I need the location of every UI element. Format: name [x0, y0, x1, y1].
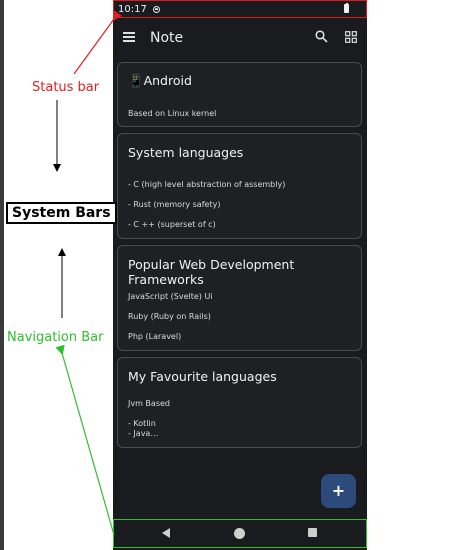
note-line: - Rust (memory safety)	[128, 200, 221, 209]
note-title: My Favourite languages	[128, 369, 277, 384]
note-line: - Kotlin	[128, 419, 156, 428]
note-line: - C (high level abstraction of assembly)	[128, 180, 286, 189]
note-line: JavaScript (Svelte) Ui	[128, 292, 213, 301]
note-card[interactable]: System languages - C (high level abstrac…	[117, 133, 362, 239]
note-card[interactable]: 📱Android Based on Linux kernel	[117, 62, 362, 127]
menu-icon[interactable]	[123, 32, 135, 42]
note-line: Based on Linux kernel	[128, 109, 217, 118]
left-edge-strip	[0, 0, 4, 550]
status-bar-highlight	[113, 0, 367, 18]
app-title: Note	[150, 30, 184, 46]
note-title: System languages	[128, 145, 244, 160]
system-bars-annotation: System Bars	[6, 202, 117, 224]
note-title: Popular Web Development Frameworks	[128, 257, 295, 287]
grid-view-icon[interactable]	[345, 31, 357, 43]
note-title: 📱Android	[128, 73, 192, 88]
app-bar: Note	[113, 22, 367, 54]
navigation-bar-arrow	[55, 344, 115, 536]
status-bar-arrow	[73, 10, 123, 75]
navigation-bar-highlight	[113, 519, 367, 548]
add-note-button[interactable]: +	[321, 474, 356, 508]
note-card[interactable]: Popular Web Development Frameworks JavaS…	[117, 245, 362, 351]
navigation-bar-annotation: Navigation Bar	[7, 330, 104, 345]
search-icon[interactable]	[315, 30, 328, 43]
note-line: Php (Laravel)	[128, 332, 182, 341]
note-line: - Java…	[128, 429, 159, 438]
note-card[interactable]: My Favourite languages Jvm Based - Kotli…	[117, 357, 362, 448]
phone-screen: 10:17 Note 📱Android Based on Linux kerne…	[113, 0, 367, 550]
note-line: Ruby (Ruby on Rails)	[128, 312, 211, 321]
note-line: - C ++ (superset of c)	[128, 220, 216, 229]
status-bar-annotation: Status bar	[32, 80, 100, 95]
note-line: Jvm Based	[128, 399, 170, 408]
